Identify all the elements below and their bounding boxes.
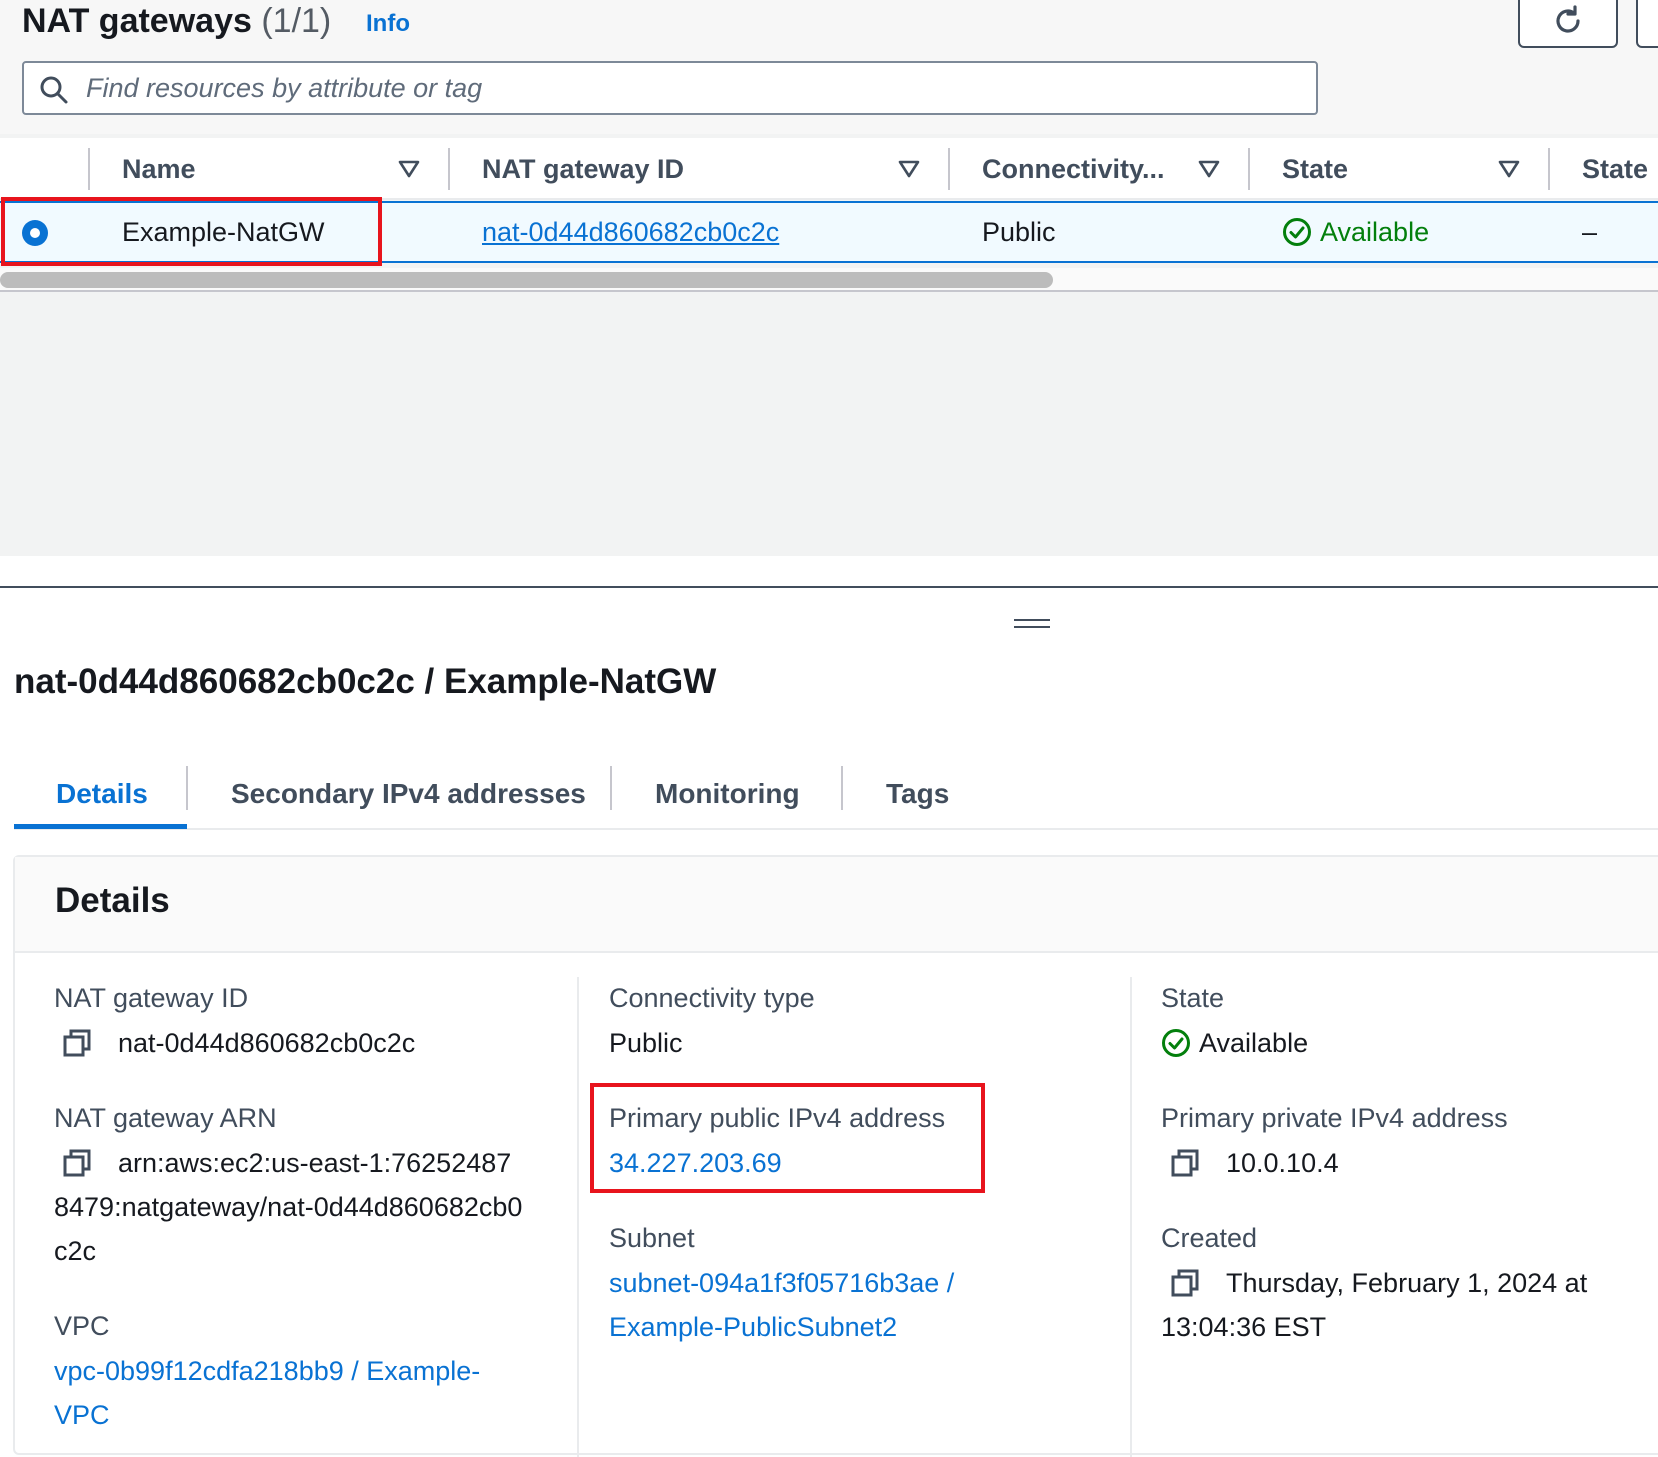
connectivity-type-value: Public [609,1028,683,1058]
actions-button[interactable] [1636,0,1658,48]
info-link[interactable]: Info [366,10,410,38]
column-divider [577,977,579,1457]
cell-nat-gateway-id: nat-0d44d860682cb0c2c [482,203,779,261]
sort-caret-icon[interactable] [1498,160,1520,178]
status-check-icon [1162,1029,1190,1057]
tab-divider [841,766,843,810]
nat-gateway-arn-label: NAT gateway ARN [54,1103,277,1133]
annotation-highlight-box [590,1083,985,1193]
annotation-highlight-box [1,197,382,266]
nat-gateways-list-panel: NAT gateways (1/1) Info Name NAT gateway… [0,0,1658,556]
horizontal-scrollbar-thumb[interactable] [0,272,1053,288]
subnet-label: Subnet [609,1223,695,1253]
tab-monitoring[interactable]: Monitoring [655,760,800,828]
copy-icon[interactable] [62,1028,92,1058]
column-divider [1130,977,1132,1457]
status-check-icon [1283,218,1311,246]
search-icon [40,76,68,104]
split-panel-divider [0,586,1658,588]
search-input[interactable] [86,63,1286,113]
details-header: Details [15,857,1658,953]
nat-gateway-id-link[interactable]: nat-0d44d860682cb0c2c [482,217,779,248]
sort-caret-icon[interactable] [1198,160,1220,178]
details-heading: Details [55,881,170,920]
primary-private-ipv4-label: Primary private IPv4 address [1161,1103,1508,1133]
table-header-row: Name NAT gateway ID Connectivity... Stat… [0,138,1658,200]
drag-handle-icon[interactable] [1014,617,1050,631]
created-label: Created [1161,1223,1258,1253]
connectivity-type-label: Connectivity type [609,983,815,1013]
sort-caret-icon[interactable] [398,160,420,178]
page-title: NAT gateways (1/1) [22,2,331,41]
vpc-link[interactable]: vpc-0b99f12cdfa218bb9 / Example-VPC [54,1349,534,1437]
nat-gateway-id-label: NAT gateway ID [54,983,249,1013]
tab-tags[interactable]: Tags [886,760,949,828]
column-header-state[interactable]: State [1282,138,1348,200]
detail-title: nat-0d44d860682cb0c2c / Example-NatGW [14,662,717,701]
refresh-button[interactable] [1518,0,1618,48]
subnet-link[interactable]: subnet-094a1f3f05716b3ae / Example-Publi… [609,1261,989,1349]
column-divider[interactable] [1248,148,1250,190]
primary-private-ipv4-value: 10.0.10.4 [1226,1148,1339,1178]
page-title-text: NAT gateways [22,2,252,40]
column-divider[interactable] [448,148,450,190]
created-value: Thursday, February 1, 2024 at 13:04:36 E… [1161,1268,1588,1342]
column-header-nat-gateway-id[interactable]: NAT gateway ID [482,138,684,200]
column-header-name[interactable]: Name [122,138,196,200]
active-tab-indicator [14,824,187,829]
tab-details[interactable]: Details [56,760,148,828]
cell-connectivity: Public [982,216,1056,247]
vpc-label: VPC [54,1311,110,1341]
state-label: Available [1320,216,1430,247]
column-divider[interactable] [1548,148,1550,190]
tab-secondary-ipv4-addresses[interactable]: Secondary IPv4 addresses [231,760,586,828]
state-value: Available [1161,1021,1308,1065]
nat-gateway-id-value: nat-0d44d860682cb0c2c [118,1028,416,1058]
tab-divider [610,766,612,810]
cell-state-message: – [1582,216,1598,247]
state-value-text: Available [1199,1028,1309,1058]
detail-tabs: Details Secondary IPv4 addresses Monitor… [14,760,1658,830]
column-header-state-message[interactable]: State [1582,138,1648,200]
state-label: State [1161,983,1225,1013]
cell-state: Available [1282,203,1429,261]
sort-caret-icon[interactable] [898,160,920,178]
refresh-icon [1556,5,1580,33]
search-box [22,61,1318,115]
column-divider[interactable] [948,148,950,190]
copy-icon[interactable] [1170,1148,1200,1178]
column-divider [88,148,90,190]
tab-divider [186,766,188,810]
resource-count: (1/1) [261,2,332,40]
column-header-connectivity[interactable]: Connectivity... [982,138,1165,200]
nat-gateway-arn-value: arn:aws:ec2:us-east-1:762524878479:natga… [54,1148,523,1266]
